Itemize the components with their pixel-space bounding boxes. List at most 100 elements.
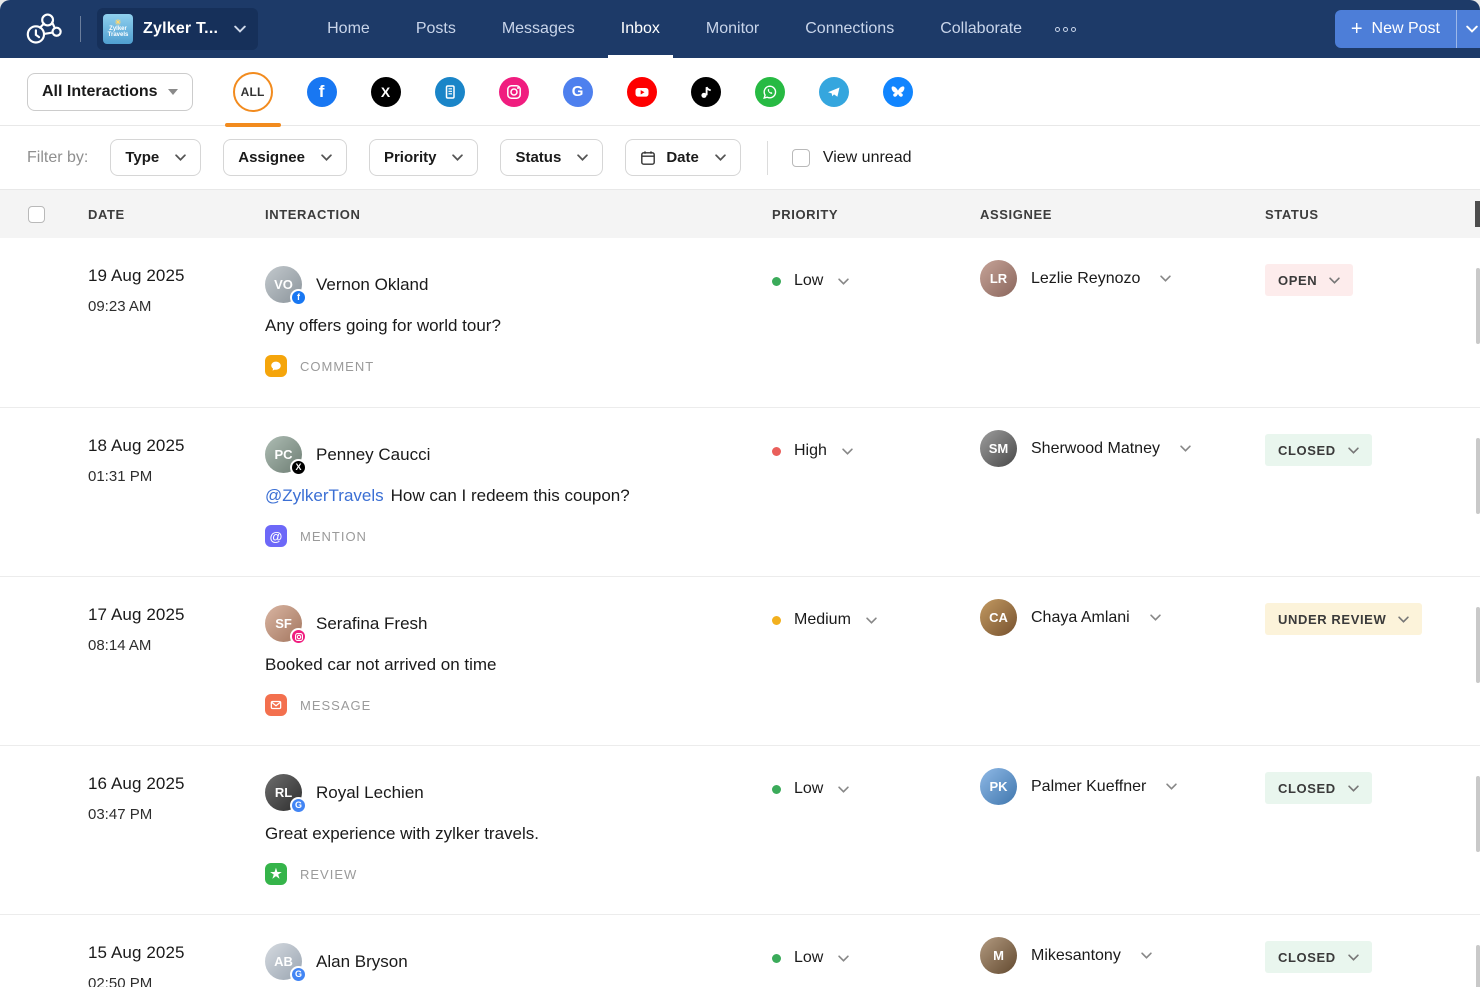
instagram-icon[interactable] [499, 77, 529, 107]
whatsapp-icon[interactable] [755, 77, 785, 107]
nav-item-connections[interactable]: Connections [782, 0, 917, 58]
tiktok-icon[interactable] [691, 77, 721, 107]
interaction-cell: RL G Royal Lechien Great experience with… [265, 774, 772, 914]
chevron-down-icon [1166, 783, 1177, 790]
chevron-down-icon [1348, 954, 1359, 961]
priority-dropdown[interactable]: Low [772, 272, 980, 290]
new-post-button[interactable]: + New Post [1335, 10, 1456, 48]
chevron-down-icon [321, 154, 332, 161]
nav-item-collaborate[interactable]: Collaborate [917, 0, 1045, 58]
all-interactions-dropdown[interactable]: All Interactions [27, 73, 193, 111]
facebook-icon[interactable]: f [307, 77, 337, 107]
zoho-social-inbox-page: ☀ Zylker Travels Zylker T... Home Posts … [0, 0, 1480, 987]
priority-dropdown[interactable]: Low [772, 949, 980, 967]
status-cell: CLOSED [1265, 774, 1480, 914]
status-dropdown[interactable]: UNDER REVIEW [1265, 603, 1422, 635]
view-unread-checkbox[interactable] [792, 149, 810, 167]
status-dropdown[interactable]: CLOSED [1265, 941, 1372, 973]
avatar: RL G [265, 774, 302, 811]
assignee-cell: PK Palmer Kueffner [980, 774, 1265, 914]
brand-switcher[interactable]: ☀ Zylker Travels Zylker T... [97, 8, 258, 50]
interaction-type: ★ REVIEW [265, 863, 772, 885]
table-row[interactable]: 19 Aug 2025 09:23 AM VO f Vernon Okland … [0, 238, 1480, 407]
status-cell: UNDER REVIEW [1265, 605, 1480, 745]
channel-icons: ALL f X G [233, 72, 913, 112]
priority-cell: Medium [772, 605, 980, 745]
status-dropdown[interactable]: CLOSED [1265, 434, 1372, 466]
avatar: VO f [265, 266, 302, 303]
date-cell: 19 Aug 2025 09:23 AM [88, 266, 265, 407]
youtube-icon[interactable] [627, 77, 657, 107]
interaction-date: 19 Aug 2025 [88, 266, 265, 286]
nav-item-messages[interactable]: Messages [479, 0, 598, 58]
table-row[interactable]: 17 Aug 2025 08:14 AM SF Serafina Fresh B… [0, 576, 1480, 745]
assignee-dropdown[interactable]: LR Lezlie Reynozo [980, 260, 1265, 297]
table-row[interactable]: 16 Aug 2025 03:47 PM RL G Royal Lechien … [0, 745, 1480, 914]
type-label: MESSAGE [300, 698, 371, 713]
filter-assignee-dropdown[interactable]: Assignee [223, 139, 347, 176]
chevron-down-icon [1329, 277, 1340, 284]
filter-priority-dropdown[interactable]: Priority [369, 139, 479, 176]
nav-item-monitor[interactable]: Monitor [683, 0, 782, 58]
select-all-checkbox[interactable] [28, 206, 45, 223]
table-header: DATE INTERACTION PRIORITY ASSIGNEE STATU… [0, 190, 1480, 238]
zoho-social-logo-icon[interactable] [22, 9, 66, 49]
assignee-dropdown[interactable]: M Mikesantony [980, 937, 1265, 974]
assignee-dropdown[interactable]: CA Chaya Amlani [980, 599, 1265, 636]
table-row[interactable]: 15 Aug 2025 02:50 PM AB G Alan Bryson Lo… [0, 914, 1480, 987]
interaction-message: Great experience with zylker travels. [265, 824, 772, 844]
status-cell: CLOSED [1265, 943, 1480, 987]
assignee-dropdown[interactable]: SM Sherwood Matney [980, 430, 1265, 467]
filter-date-dropdown[interactable]: Date [625, 139, 741, 176]
avatar: M [980, 937, 1017, 974]
assignee-dropdown[interactable]: PK Palmer Kueffner [980, 768, 1265, 805]
calendar-icon [640, 150, 656, 166]
avatar: LR [980, 260, 1017, 297]
active-channel-indicator [225, 123, 281, 127]
filter-status-dropdown[interactable]: Status [500, 139, 603, 176]
mention-link[interactable]: @ZylkerTravels [265, 486, 384, 505]
chevron-down-icon [1141, 952, 1152, 959]
new-post-split-button: + New Post [1335, 10, 1480, 48]
filter-type-dropdown[interactable]: Type [110, 139, 201, 176]
column-header-assignee: ASSIGNEE [980, 207, 1265, 222]
type-label: REVIEW [300, 867, 357, 882]
chevron-down-icon [715, 154, 726, 161]
filter-by-label: Filter by: [27, 149, 88, 167]
avatar: AB G [265, 943, 302, 980]
avatar: PC X [265, 436, 302, 473]
priority-cell: Low [772, 266, 980, 407]
column-header-status: STATUS [1265, 207, 1480, 222]
nav-item-inbox[interactable]: Inbox [598, 0, 683, 58]
interaction-type: COMMENT [265, 355, 772, 377]
chevron-down-icon [838, 278, 849, 285]
column-header-priority: PRIORITY [772, 207, 980, 222]
status-badge-label: CLOSED [1278, 443, 1336, 458]
author-name: Serafina Fresh [316, 614, 428, 634]
navbar-divider [80, 16, 81, 42]
nav-item-posts[interactable]: Posts [393, 0, 479, 58]
bluesky-icon[interactable] [883, 77, 913, 107]
new-post-dropdown-button[interactable] [1456, 10, 1480, 48]
channel-all[interactable]: ALL [233, 72, 273, 112]
nav-item-home[interactable]: Home [304, 0, 393, 58]
google-my-business-icon[interactable] [435, 77, 465, 107]
priority-dropdown[interactable]: Low [772, 780, 980, 798]
chevron-down-icon [1466, 25, 1478, 33]
avatar: SM [980, 430, 1017, 467]
status-dropdown[interactable]: CLOSED [1265, 772, 1372, 804]
status-dropdown[interactable]: OPEN [1265, 264, 1353, 296]
assignee-cell: LR Lezlie Reynozo [980, 266, 1265, 407]
table-row[interactable]: 18 Aug 2025 01:31 PM PC X Penney Caucci … [0, 407, 1480, 576]
interaction-cell: SF Serafina Fresh Booked car not arrived… [265, 605, 772, 745]
google-icon[interactable]: G [563, 77, 593, 107]
view-unread-toggle[interactable]: View unread [792, 149, 912, 167]
x-twitter-icon[interactable]: X [371, 77, 401, 107]
telegram-icon[interactable] [819, 77, 849, 107]
main-navigation: Home Posts Messages Inbox Monitor Connec… [304, 0, 1045, 58]
more-menu-icon[interactable] [1049, 21, 1082, 38]
priority-dropdown[interactable]: Medium [772, 611, 980, 629]
interaction-cell: PC X Penney Caucci @ZylkerTravelsHow can… [265, 436, 772, 576]
priority-dropdown[interactable]: High [772, 442, 980, 460]
priority-dot [772, 277, 781, 286]
